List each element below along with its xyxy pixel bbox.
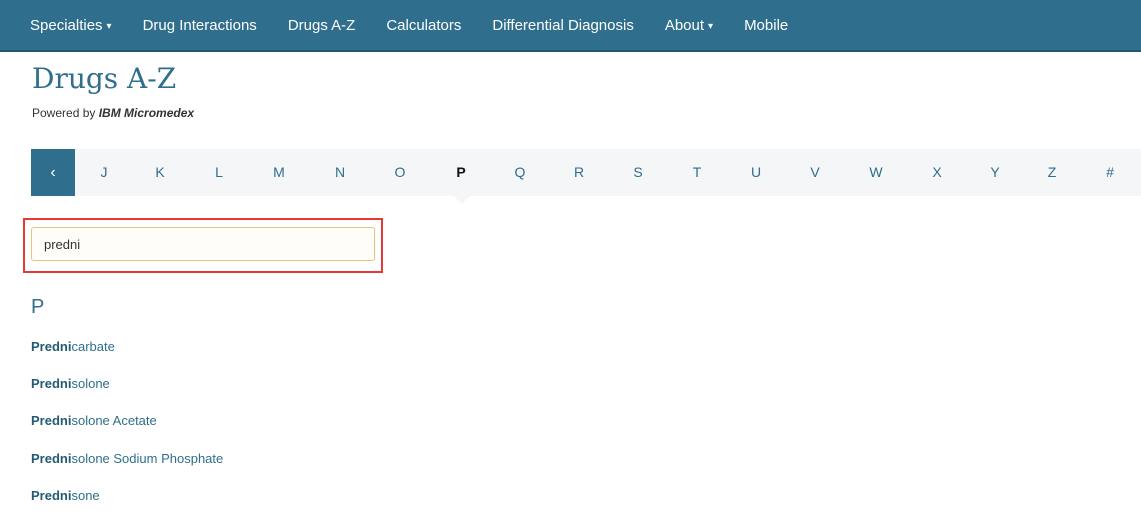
nav-about[interactable]: About ▾ [665,17,713,34]
nav-drugs-a-z[interactable]: Drugs A-Z [288,17,356,34]
chevron-down-icon: ▾ [708,20,714,32]
letter-u[interactable]: U [746,149,766,196]
nav-drug-interactions[interactable]: Drug Interactions [143,17,257,34]
top-navigation: Specialties ▾ Drug Interactions Drugs A-Z… [0,0,1141,52]
letter-o[interactable]: O [390,149,410,196]
letter-l[interactable]: L [209,149,229,196]
search-input[interactable] [31,227,375,261]
chevron-left-icon: ‹ [50,163,56,181]
letter-m[interactable]: M [269,149,289,196]
letter-t[interactable]: T [687,149,707,196]
letter-v[interactable]: V [805,149,825,196]
result-link[interactable]: Prednisolone Acetate [31,413,157,428]
nav-calculators[interactable]: Calculators [386,17,461,34]
page-title: Drugs A-Z [32,62,177,95]
result-link[interactable]: Prednisone [31,488,100,503]
chevron-down-icon: ▾ [106,20,112,32]
letter-k[interactable]: K [150,149,170,196]
letter-s[interactable]: S [628,149,648,196]
result-link[interactable]: Prednisolone Sodium Phosphate [31,451,223,466]
letter-n[interactable]: N [330,149,350,196]
letter-r[interactable]: R [569,149,589,196]
letter-x[interactable]: X [927,149,947,196]
results-section-letter: P [31,296,45,318]
result-link[interactable]: Prednicarbate [31,339,115,354]
letter-w[interactable]: W [866,149,886,196]
letter-q[interactable]: Q [510,149,530,196]
letter-p[interactable]: P [451,149,471,196]
result-link[interactable]: Prednisolone [31,376,110,391]
alphabet-bar: ‹ J K L M N O P Q R S T U V W X Y Z # [31,149,1141,204]
previous-letters-button[interactable]: ‹ [31,149,75,196]
brand-name: IBM Micromedex [98,106,195,120]
nav-mobile[interactable]: Mobile [744,17,788,34]
letter-y[interactable]: Y [985,149,1005,196]
nav-specialties[interactable]: Specialties ▾ [30,17,112,34]
letter-hash[interactable]: # [1100,149,1120,196]
nav-differential-diagnosis[interactable]: Differential Diagnosis [492,17,633,34]
letter-j[interactable]: J [94,149,114,196]
powered-by: Powered by IBM Micromedex [32,106,195,120]
active-letter-pointer [454,196,470,204]
letter-z[interactable]: Z [1042,149,1062,196]
